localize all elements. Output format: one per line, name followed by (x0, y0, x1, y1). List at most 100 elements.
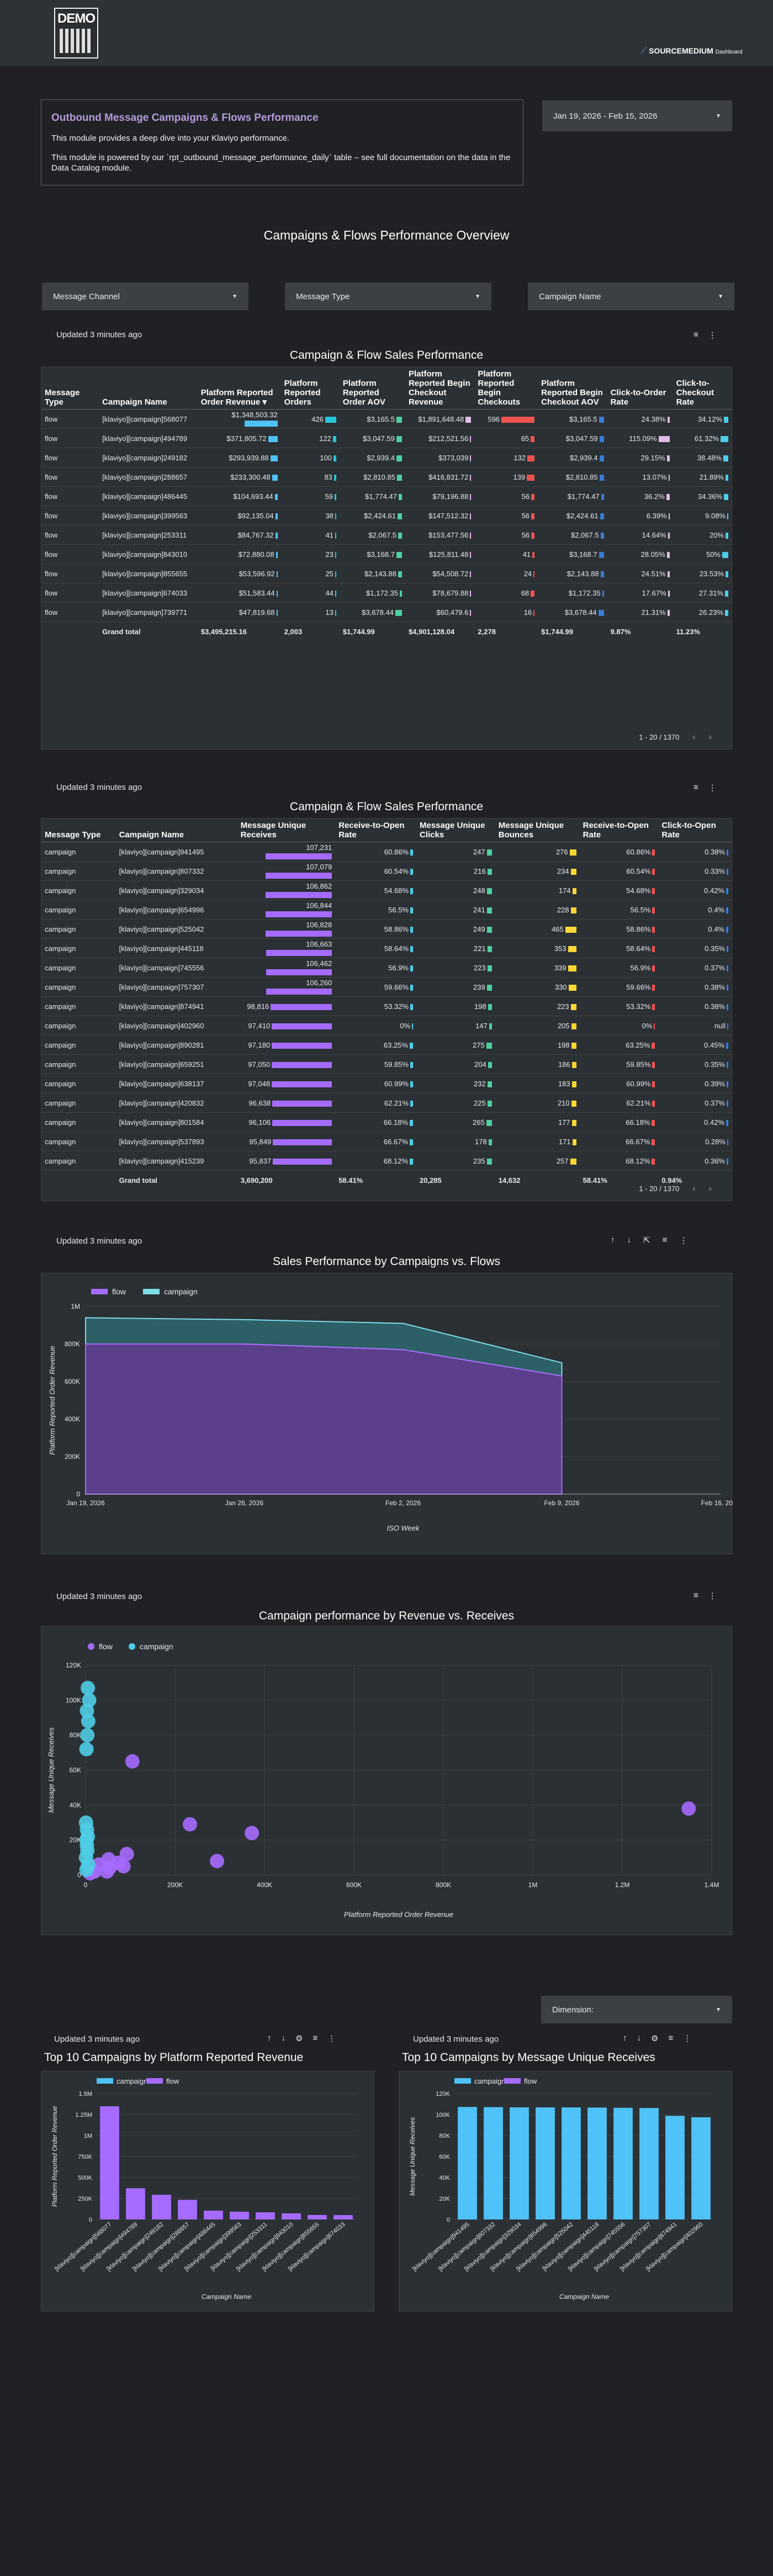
drill-icon[interactable]: ⚙ (651, 2033, 658, 2043)
prev-page-icon[interactable]: ‹ (692, 1184, 695, 1193)
filter-icon[interactable]: ≡ (668, 2033, 673, 2043)
table-row[interactable]: flow [klaviyo][campaign]855655 $53,596.92 2… (41, 564, 732, 583)
table-row[interactable]: campaign [klaviyo][campaign]420832 96,638 6… (41, 1093, 732, 1113)
table-row[interactable]: campaign [klaviyo][campaign]445118 106,663… (41, 938, 732, 958)
bar[interactable] (587, 2107, 607, 2219)
sort-up-icon[interactable]: ↑ (623, 2033, 627, 2043)
table-row[interactable]: campaign [klaviyo][campaign]874941 98,816 5… (41, 996, 732, 1016)
table-row[interactable]: campaign [klaviyo][campaign]537893 95,849 6… (41, 1132, 732, 1151)
message-channel-filter[interactable]: Message Channel ▼ (42, 283, 248, 310)
flow-point[interactable] (245, 1826, 260, 1840)
table-row[interactable]: flow [klaviyo][campaign]253311 $84,767.32 4… (41, 525, 732, 545)
message_table-col-header[interactable]: Campaign Name (115, 819, 237, 842)
campaign-point[interactable] (79, 1862, 94, 1877)
campaign-point[interactable] (81, 1714, 96, 1729)
bar[interactable] (256, 2212, 275, 2219)
filter-icon[interactable]: ≡ (693, 330, 698, 340)
campaign-name-filter[interactable]: Campaign Name ▼ (528, 283, 734, 310)
table-row[interactable]: campaign [klaviyo][campaign]807332 107,079… (41, 861, 732, 881)
bar[interactable] (126, 2188, 145, 2219)
bar[interactable] (308, 2214, 327, 2219)
bar[interactable] (100, 2106, 119, 2219)
flow-point[interactable] (210, 1853, 225, 1868)
table-row[interactable]: campaign [klaviyo][campaign]654996 106,844… (41, 900, 732, 920)
sort-down-icon[interactable]: ↓ (627, 1235, 632, 1245)
message_table-col-header[interactable]: Message Unique Receives (237, 819, 336, 842)
bar[interactable] (691, 2117, 711, 2219)
bar[interactable] (613, 2107, 633, 2219)
flow-point[interactable] (125, 1754, 140, 1769)
bar[interactable] (458, 2107, 477, 2219)
table-row[interactable]: flow [klaviyo][campaign]486445 $104,693.44… (41, 486, 732, 506)
sales_table-col-header[interactable]: Click-to-Order Rate (607, 367, 673, 410)
bar[interactable] (282, 2213, 301, 2219)
drill-icon[interactable]: ⚙ (295, 2033, 303, 2043)
dimension-selector[interactable]: Dimension: ▼ (541, 1996, 732, 2023)
filter-icon[interactable]: ≡ (693, 1591, 698, 1601)
table-row[interactable]: flow [klaviyo][campaign]399563 $92,135.04 3… (41, 506, 732, 525)
table-row[interactable]: campaign [klaviyo][campaign]890281 97,180 6… (41, 1035, 732, 1055)
more-icon[interactable]: ⋮ (708, 1591, 717, 1601)
filter-icon[interactable]: ≡ (663, 1235, 668, 1245)
table-row[interactable]: campaign [klaviyo][campaign]525042 106,828… (41, 919, 732, 939)
flow-point[interactable] (681, 1801, 696, 1816)
prev-page-icon[interactable]: ‹ (692, 732, 695, 742)
sales_table-col-header[interactable]: Campaign Name (99, 367, 198, 410)
more-icon[interactable]: ⋮ (683, 2033, 691, 2043)
table-row[interactable]: campaign [klaviyo][campaign]757307 106,260… (41, 977, 732, 997)
message_table-col-header[interactable]: Receive-to-Open Rate (335, 819, 416, 842)
message_table-col-header[interactable]: Message Unique Bounces (495, 819, 580, 842)
campaign-point[interactable] (81, 1681, 96, 1696)
campaign-point[interactable] (80, 1728, 95, 1743)
sort-down-icon[interactable]: ↓ (637, 2033, 642, 2043)
table-row[interactable]: campaign [klaviyo][campaign]638137 97,048 6… (41, 1074, 732, 1093)
bar[interactable] (230, 2211, 249, 2219)
bar[interactable] (152, 2195, 171, 2219)
table-row[interactable]: campaign [klaviyo][campaign]801584 96,106 6… (41, 1112, 732, 1132)
more-icon[interactable]: ⋮ (679, 1235, 687, 1245)
sort-up-icon[interactable]: ↑ (611, 1235, 615, 1245)
filter-icon[interactable]: ≡ (313, 2033, 317, 2043)
bar[interactable] (562, 2107, 581, 2219)
bar[interactable] (536, 2107, 555, 2219)
message_table-col-header[interactable]: Click-to-Open Rate (658, 819, 732, 842)
bar[interactable] (484, 2107, 503, 2219)
campaign-point[interactable] (80, 1838, 94, 1853)
bar[interactable] (665, 2116, 685, 2219)
table-row[interactable]: flow [klaviyo][campaign]674033 $51,583.44 4… (41, 583, 732, 603)
flow-point[interactable] (182, 1817, 197, 1832)
table-row[interactable]: campaign [klaviyo][campaign]659251 97,050 5… (41, 1054, 732, 1074)
table-row[interactable]: flow [klaviyo][campaign]739771 $47,819.68 1… (41, 602, 732, 622)
more-icon[interactable]: ⋮ (708, 783, 717, 793)
table-row[interactable]: flow [klaviyo][campaign]494789 $371,805.72… (41, 428, 732, 448)
sales_table-col-header[interactable]: Platform Reported Begin Checkouts (474, 367, 538, 410)
next-page-icon[interactable]: › (709, 732, 712, 742)
message_table-col-header[interactable]: Receive-to-Open Rate (579, 819, 659, 842)
sort-up-icon[interactable]: ↑ (267, 2033, 272, 2043)
table-row[interactable]: campaign [klaviyo][campaign]329034 106,862… (41, 880, 732, 900)
message_table-col-header[interactable]: Message Unique Clicks (416, 819, 495, 842)
sales_table-col-header[interactable]: Platform Reported Orders (280, 367, 340, 410)
more-icon[interactable]: ⋮ (327, 2033, 336, 2043)
date-range-picker[interactable]: Jan 19, 2026 - Feb 15, 2026 ▼ (542, 100, 732, 131)
table-row[interactable]: flow [klaviyo][campaign]249182 $293,939.88… (41, 448, 732, 468)
export-icon[interactable]: ⇱ (643, 1235, 650, 1245)
bar[interactable] (510, 2107, 529, 2219)
bar[interactable] (204, 2211, 223, 2219)
sales_table-col-header[interactable]: Platform Reported Order Revenue ▾ (197, 367, 281, 410)
table-row[interactable]: campaign [klaviyo][campaign]415239 95,837 6… (41, 1151, 732, 1171)
sales_table-col-header[interactable]: Platform Reported Begin Checkout AOV (538, 367, 607, 410)
table-row[interactable]: flow [klaviyo][campaign]843010 $72,880.08 2… (41, 544, 732, 564)
bar[interactable] (178, 2200, 197, 2219)
sort-down-icon[interactable]: ↓ (282, 2033, 286, 2043)
sales_table-col-header[interactable]: Message Type (41, 367, 99, 410)
campaign-point[interactable] (79, 1742, 94, 1756)
sales_table-col-header[interactable]: Platform Reported Begin Checkout Revenue (405, 367, 475, 410)
filter-icon[interactable]: ≡ (693, 783, 698, 793)
bar[interactable] (639, 2108, 659, 2219)
table-row[interactable]: campaign [klaviyo][campaign]941495 107,231… (41, 842, 732, 862)
message_table-col-header[interactable]: Message Type (41, 819, 116, 842)
message-type-filter[interactable]: Message Type ▼ (285, 283, 491, 310)
table-row[interactable]: flow [klaviyo][campaign]288657 $233,300.48… (41, 467, 732, 487)
flow-area[interactable] (85, 1343, 563, 1495)
